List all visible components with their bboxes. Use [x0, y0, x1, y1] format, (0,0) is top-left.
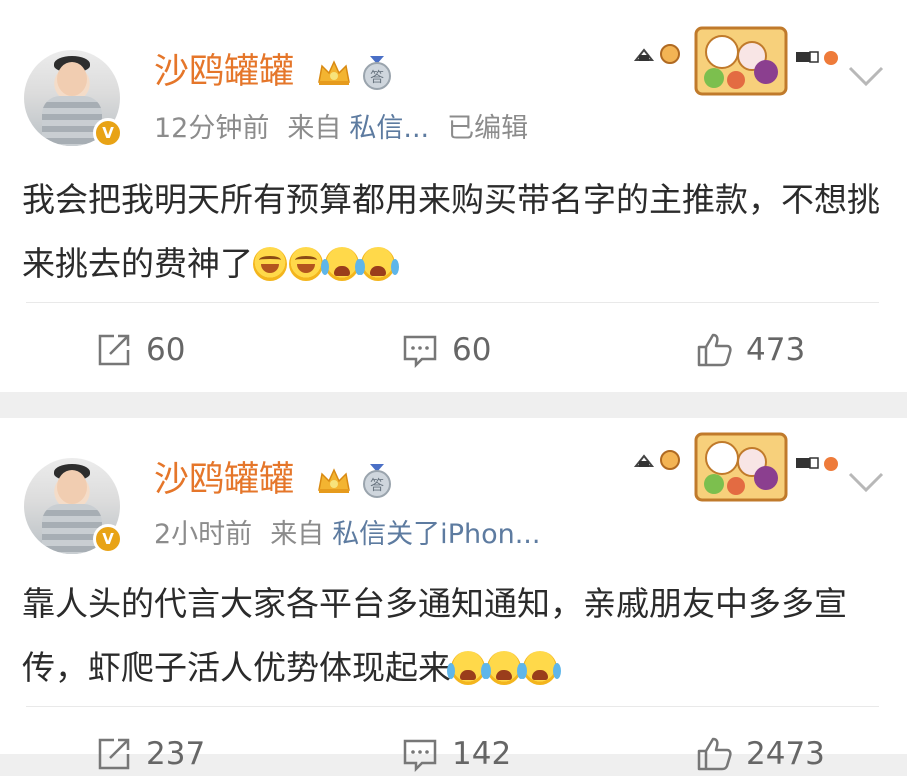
- grin-icon: [289, 247, 323, 281]
- cry-icon: [519, 651, 557, 685]
- post-meta: 12分钟前 来自 私信... 已编辑: [154, 112, 546, 146]
- card-sticker-icon: [633, 26, 838, 96]
- like-count: 473: [746, 332, 806, 368]
- post-text-body: 我会把我明天所有预算都用来购买带名字的主推款，不想挑来挑去的费神了: [22, 180, 880, 283]
- source-link[interactable]: 私信...: [349, 113, 429, 144]
- repost-count: 237: [146, 736, 206, 772]
- comment-icon: [403, 739, 437, 772]
- post-time: 12分钟前: [154, 113, 270, 144]
- source-link[interactable]: 私信关了iPhon...: [332, 519, 540, 550]
- from-label: 来自: [287, 113, 342, 144]
- post-text: 靠人头的代言大家各平台多通知通知，亲戚朋友中多多宣传，虾爬子活人优势体现起来: [22, 572, 882, 700]
- like-button[interactable]: 473: [696, 328, 805, 372]
- author-name[interactable]: 沙鸥罐罐: [154, 50, 294, 94]
- comment-count: 60: [452, 332, 492, 368]
- grin-icon: [253, 247, 287, 281]
- like-count: 2473: [746, 736, 825, 772]
- weibo-feed: V 沙鸥罐罐 答 12分钟前 来自 私信... 已编辑 我会把我明天所有预算都用…: [0, 0, 907, 772]
- post-text: 我会把我明天所有预算都用来购买带名字的主推款，不想挑来挑去的费神了: [22, 168, 882, 296]
- repost-icon: [98, 738, 130, 770]
- chevron-down-icon[interactable]: [846, 64, 886, 88]
- cry-icon: [321, 247, 359, 281]
- author-name[interactable]: 沙鸥罐罐: [154, 458, 294, 502]
- svg-text:答: 答: [370, 477, 384, 494]
- comment-button[interactable]: 142: [402, 732, 511, 776]
- comment-icon: [403, 335, 437, 368]
- repost-icon: [98, 334, 130, 366]
- repost-button[interactable]: 237: [96, 732, 205, 776]
- like-button[interactable]: 2473: [696, 732, 825, 776]
- medal-icon: 答: [360, 464, 394, 498]
- svg-text:答: 答: [370, 69, 384, 86]
- divider: [26, 302, 879, 303]
- post-time: 2小时前: [154, 519, 253, 550]
- cry-icon: [447, 651, 485, 685]
- edited-label: 已编辑: [447, 113, 529, 144]
- thumbs-up-icon: [697, 737, 732, 771]
- verified-badge-icon: V: [93, 524, 123, 554]
- post-text-body: 靠人头的代言大家各平台多通知通知，亲戚朋友中多多宣传，虾爬子活人优势体现起来: [22, 584, 847, 687]
- divider: [26, 706, 879, 707]
- comment-count: 142: [452, 736, 512, 772]
- chevron-down-icon[interactable]: [846, 470, 886, 494]
- post-card[interactable]: V 沙鸥罐罐 答 12分钟前 来自 私信... 已编辑 我会把我明天所有预算都用…: [0, 0, 907, 392]
- post-meta: 2小时前 来自 私信关了iPhon...: [154, 518, 558, 552]
- medal-icon: 答: [360, 56, 394, 90]
- thumbs-up-icon: [697, 333, 732, 367]
- vip-crown-icon: [318, 60, 350, 85]
- comment-button[interactable]: 60: [402, 328, 491, 372]
- cry-icon: [357, 247, 395, 281]
- card-sticker-icon: [633, 432, 838, 502]
- from-label: 来自: [270, 519, 325, 550]
- cry-icon: [483, 651, 521, 685]
- verified-badge-icon: V: [93, 118, 123, 148]
- repost-count: 60: [146, 332, 186, 368]
- post-separator: [0, 392, 907, 418]
- vip-crown-icon: [318, 468, 350, 493]
- post-card[interactable]: V 沙鸥罐罐 答 2小时前 来自 私信关了iPhon... 靠人头的代言大家各平…: [0, 418, 907, 772]
- repost-button[interactable]: 60: [96, 328, 185, 372]
